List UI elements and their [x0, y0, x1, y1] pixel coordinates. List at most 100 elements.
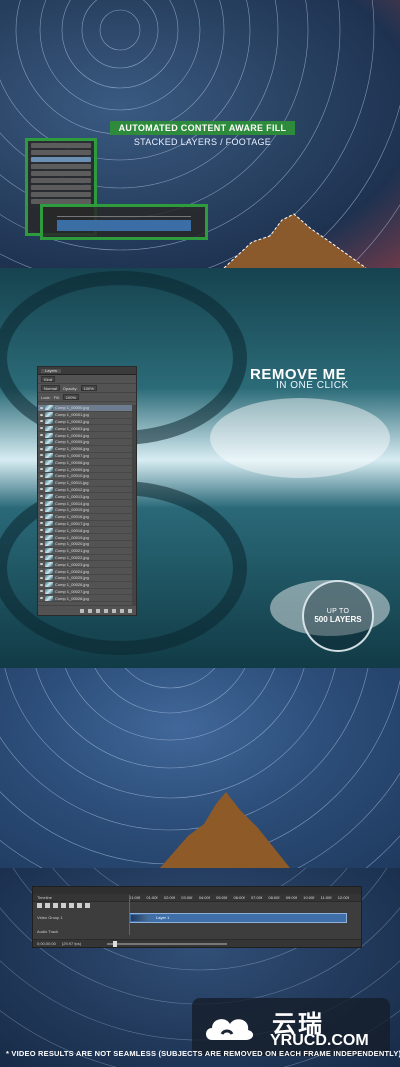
layer-row[interactable]: Comp 1_00023.jpg — [38, 561, 132, 569]
visibility-eye-icon[interactable] — [40, 576, 43, 579]
layer-row[interactable]: Comp 1_00011.jpg — [38, 480, 132, 487]
next-frame-icon[interactable] — [61, 903, 66, 908]
layer-row[interactable]: Comp 1_00006.jpg — [38, 446, 132, 453]
layer-row[interactable]: Comp 1_00017.jpg — [38, 520, 132, 528]
audio-track-label[interactable]: Audio Track — [37, 929, 58, 934]
layer-name: Comp 1_00022.jpg — [55, 554, 89, 560]
layer-row[interactable]: Comp 1_00008.jpg — [38, 459, 132, 467]
visibility-eye-icon[interactable] — [40, 427, 43, 430]
visibility-eye-icon[interactable] — [40, 529, 43, 532]
visibility-eye-icon[interactable] — [40, 488, 43, 491]
mask-icon[interactable] — [96, 609, 100, 613]
visibility-eye-icon[interactable] — [40, 420, 43, 423]
timeline-ruler[interactable]: 01:00f 01:00f 02:00f 03:00f 04:00f 05:00f 06:0… — [129, 895, 349, 905]
adjustment-icon[interactable] — [104, 609, 108, 613]
visibility-eye-icon[interactable] — [40, 461, 43, 464]
video-clip[interactable]: Layer 1 — [129, 913, 347, 923]
layer-row[interactable]: Comp 1_00001.jpg — [38, 412, 132, 419]
layer-thumbnail — [45, 486, 53, 492]
layer-row[interactable]: Comp 1_00007.jpg — [38, 452, 132, 460]
layer-row[interactable]: Comp 1_00015.jpg — [38, 507, 132, 514]
visibility-eye-icon[interactable] — [40, 502, 43, 505]
layer-row[interactable]: Comp 1_00025.jpg — [38, 575, 132, 582]
layer-row[interactable]: Comp 1_00028.jpg — [38, 595, 132, 603]
visibility-eye-icon[interactable] — [40, 542, 43, 545]
layer-row[interactable]: Comp 1_00004.jpg — [38, 432, 132, 439]
ruler-tick-label: 04:00f — [198, 895, 210, 900]
layer-row[interactable]: Comp 1_00027.jpg — [38, 588, 132, 596]
layer-row[interactable]: Comp 1_00020.jpg — [38, 541, 132, 548]
visibility-eye-icon[interactable] — [40, 570, 43, 573]
layer-row[interactable]: Comp 1_00019.jpg — [38, 534, 132, 541]
play-icon[interactable] — [53, 903, 58, 908]
layer-row[interactable]: Comp 1_00010.jpg — [38, 473, 132, 480]
layer-row[interactable]: Comp 1_00013.jpg — [38, 493, 132, 501]
layers-scrollbar[interactable] — [132, 405, 136, 605]
mini-layer-row — [31, 178, 91, 183]
blend-mode-select[interactable]: Normal — [41, 385, 60, 391]
trash-icon[interactable] — [128, 609, 132, 613]
fx-icon[interactable] — [88, 609, 92, 613]
settings-icon[interactable] — [77, 903, 82, 908]
layer-row[interactable]: Comp 1_00002.jpg — [38, 418, 132, 426]
zoom-slider-knob[interactable] — [113, 940, 118, 947]
badge-line-1: UP TO — [326, 608, 350, 615]
go-to-first-frame-icon[interactable] — [37, 903, 42, 908]
visibility-eye-icon[interactable] — [40, 406, 43, 409]
visibility-eye-icon[interactable] — [40, 549, 43, 552]
visibility-eye-icon[interactable] — [40, 590, 43, 593]
visibility-eye-icon[interactable] — [40, 536, 43, 539]
hero-banner-title: AUTOMATED CONTENT AWARE FILL — [110, 121, 295, 135]
layer-thumbnail — [45, 588, 53, 594]
link-layers-icon[interactable] — [80, 609, 84, 613]
layer-row[interactable]: Comp 1_00009.jpg — [38, 466, 132, 473]
previous-frame-icon[interactable] — [45, 903, 50, 908]
visibility-eye-icon[interactable] — [40, 522, 43, 525]
layer-row[interactable]: Comp 1_00024.jpg — [38, 568, 132, 575]
mountain-peak-selection — [223, 213, 367, 268]
visibility-eye-icon[interactable] — [40, 447, 43, 450]
ruler-tick-label: 06:00f — [233, 895, 245, 900]
visibility-eye-icon[interactable] — [40, 583, 43, 586]
new-layer-icon[interactable] — [120, 609, 124, 613]
visibility-eye-icon[interactable] — [40, 508, 43, 511]
visibility-eye-icon[interactable] — [40, 556, 43, 559]
split-icon[interactable] — [85, 903, 90, 908]
kind-filter-select[interactable]: Kind — [41, 376, 56, 382]
visibility-eye-icon[interactable] — [40, 454, 43, 457]
visibility-eye-icon[interactable] — [40, 597, 43, 600]
layer-row[interactable]: Comp 1_00005.jpg — [38, 439, 132, 446]
fill-input[interactable]: 100% — [62, 394, 80, 400]
tab-layers[interactable]: Layers — [41, 369, 62, 373]
layer-row[interactable]: Comp 1_00000.jpg — [38, 405, 132, 412]
layer-row[interactable]: Comp 1_00018.jpg — [38, 527, 132, 535]
visibility-eye-icon[interactable] — [40, 481, 43, 484]
opacity-input[interactable]: 100% — [80, 385, 97, 391]
visibility-eye-icon[interactable] — [40, 468, 43, 471]
layer-row[interactable]: Comp 1_00003.jpg — [38, 425, 132, 433]
visibility-eye-icon[interactable] — [40, 474, 43, 477]
layer-row[interactable]: Comp 1_00022.jpg — [38, 554, 132, 562]
visibility-eye-icon[interactable] — [40, 413, 43, 416]
visibility-eye-icon[interactable] — [40, 434, 43, 437]
hero-star-trails: AUTOMATED CONTENT AWARE FILL STACKED LAY… — [0, 0, 400, 268]
visibility-eye-icon[interactable] — [40, 563, 43, 566]
folder-icon[interactable] — [112, 609, 116, 613]
layer-row[interactable]: Comp 1_00012.jpg — [38, 486, 132, 494]
video-group-label[interactable]: Video Group 1 — [37, 915, 117, 920]
layer-row[interactable]: Comp 1_00014.jpg — [38, 500, 132, 507]
playhead[interactable] — [129, 895, 130, 935]
layer-row[interactable]: Comp 1_00021.jpg — [38, 548, 132, 555]
mini-layer-row — [31, 185, 91, 190]
visibility-eye-icon[interactable] — [40, 440, 43, 443]
zoom-slider[interactable] — [107, 940, 228, 947]
visibility-eye-icon[interactable] — [40, 515, 43, 518]
layer-row[interactable]: Comp 1_00016.jpg — [38, 514, 132, 521]
layers-footer — [38, 605, 136, 615]
visibility-eye-icon[interactable] — [40, 495, 43, 498]
mini-layer-row — [31, 150, 91, 155]
layer-name: Comp 1_00002.jpg — [55, 418, 89, 424]
layers-panel-header: Layers — [38, 367, 136, 375]
audio-icon[interactable] — [69, 903, 74, 908]
layer-row[interactable]: Comp 1_00026.jpg — [38, 582, 132, 589]
